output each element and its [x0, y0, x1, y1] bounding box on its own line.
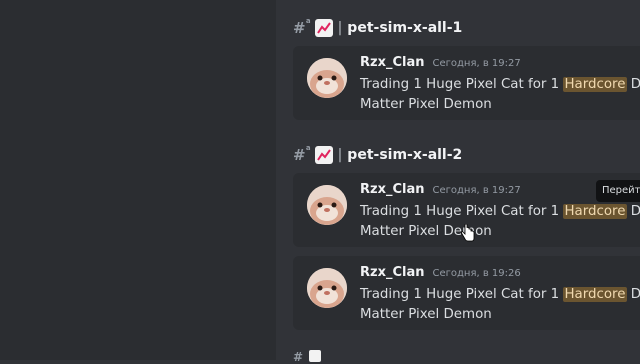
hash-icon: # — [293, 350, 304, 364]
channel-header-1[interactable]: # a | pet-sim-x-all-1 — [293, 16, 462, 40]
search-result-message[interactable]: Rzx_Clan Сегодня, в 19:26 Trading 1 Huge… — [293, 256, 640, 330]
message-content: Trading 1 Huge Pixel Cat for 1 Hardcore … — [360, 75, 640, 115]
search-highlight: Hardcore — [563, 287, 627, 302]
message-text: Dark — [630, 287, 640, 302]
channel-header-2[interactable]: # a | pet-sim-x-all-2 — [293, 143, 462, 167]
message-content: Trading 1 Huge Pixel Cat for 1 Hardcore … — [360, 202, 640, 242]
separator: | — [337, 20, 343, 36]
jump-tooltip: Перейти — [596, 180, 640, 202]
hash-icon: # a — [293, 144, 311, 164]
message-text: Dark — [630, 204, 640, 219]
timestamp: Сегодня, в 19:26 — [432, 268, 521, 279]
message-text: Matter Pixel Demon — [360, 97, 492, 112]
message-text: Trading 1 Huge Pixel Cat for 1 — [360, 77, 564, 92]
avatar[interactable] — [307, 268, 347, 308]
avatar[interactable] — [307, 58, 347, 98]
timestamp: Сегодня, в 19:27 — [432, 58, 521, 69]
chart-increasing-icon — [309, 350, 322, 362]
search-highlight: Hardcore — [563, 77, 627, 92]
hash-icon: # a — [293, 17, 311, 37]
message-text: Matter Pixel Demon — [360, 307, 492, 322]
chart-increasing-icon — [314, 146, 333, 164]
channel-header-3[interactable]: # — [293, 350, 322, 364]
author-name[interactable]: Rzx_Clan — [360, 55, 425, 70]
hand-pointer-icon — [461, 223, 475, 246]
chart-increasing-icon — [314, 19, 333, 37]
author-name[interactable]: Rzx_Clan — [360, 265, 425, 280]
search-result-message[interactable]: Rzx_Clan Сегодня, в 19:27 Trading 1 Huge… — [293, 46, 640, 120]
author-name[interactable]: Rzx_Clan — [360, 182, 425, 197]
channel-name: pet-sim-x-all-2 — [347, 147, 463, 163]
channel-name: pet-sim-x-all-1 — [347, 20, 463, 36]
avatar[interactable] — [307, 185, 347, 225]
timestamp: Сегодня, в 19:27 — [432, 185, 521, 196]
message-search-results: # a | pet-sim-x-all-1 Rzx_Clan Сегодня, в… — [276, 0, 640, 364]
separator: | — [337, 147, 343, 163]
search-highlight: Hardcore — [563, 204, 627, 219]
message-content: Trading 1 Huge Pixel Cat for 1 Hardcore … — [360, 285, 640, 325]
message-text: Trading 1 Huge Pixel Cat for 1 — [360, 204, 564, 219]
message-text: Dark — [630, 77, 640, 92]
message-text: Trading 1 Huge Pixel Cat for 1 — [360, 287, 564, 302]
sidebar-panel — [0, 0, 276, 360]
